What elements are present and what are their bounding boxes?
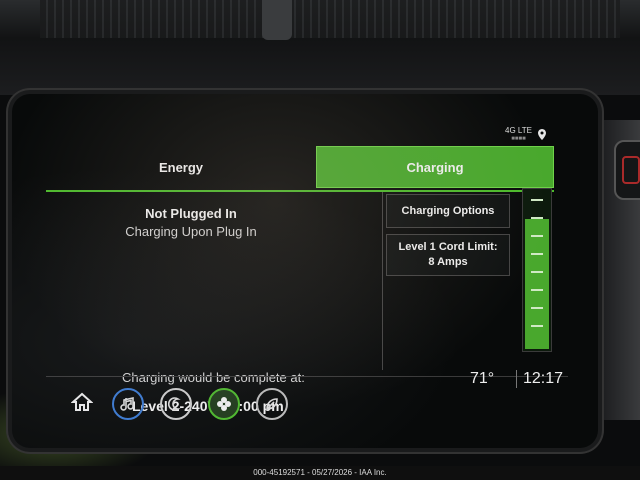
charging-options-button[interactable]: Charging Options [386,194,510,228]
phone-icon [168,397,181,411]
gauge-tick [531,307,543,309]
gauge-tick [531,253,543,255]
hazard-button[interactable] [614,140,640,200]
gauge-tick [531,289,543,291]
gauge-tick [531,217,543,219]
tab-charging-label: Charging [406,159,464,175]
tab-energy[interactable]: Energy [46,146,316,188]
home-icon [71,392,93,411]
cord-limit-label: Level 1 Cord Limit: [398,241,498,253]
clock: 12:17 [516,370,563,388]
plug-status-title: Not Plugged In [145,206,237,221]
tab-bar: Energy Charging [46,146,554,192]
home-button[interactable] [68,388,96,416]
gauge-tick [531,235,543,237]
leaf-icon [266,398,278,410]
signal-bars: ■■■■ [511,136,526,142]
tab-charging[interactable]: Charging [316,146,554,188]
energy-button[interactable] [256,388,288,420]
charge-level-gauge[interactable] [522,188,552,352]
infotainment-screen: 4G LTE ■■■■ Energy Charging Not Plugged … [12,94,598,448]
plug-status-subtitle: Charging Upon Plug In [125,224,257,239]
dashboard-bezel-top [0,0,640,95]
photo-caption: 000-45192571 - 05/27/2026 - IAA Inc. [0,466,640,480]
audio-button[interactable] [112,388,144,420]
cord-limit-button[interactable]: Level 1 Cord Limit: 8 Amps [386,234,510,276]
gauge-tick [531,199,543,201]
vent-knob [262,0,292,40]
location-pin-icon [538,128,546,142]
phone-button[interactable] [160,388,192,420]
bottom-nav [68,388,288,420]
cord-limit-value: 8 Amps [428,256,468,268]
air-vent [40,0,620,38]
complete-at-label: Charging would be complete at: [122,370,305,385]
charge-status-panel: Not Plugged In Charging Upon Plug In Cha… [46,192,382,414]
apps-icon [217,397,231,411]
charging-options-label: Charging Options [401,204,495,217]
outside-temperature: 71° [470,370,495,387]
gauge-tick [531,271,543,273]
gauge-tick [531,325,543,327]
tab-energy-label: Energy [158,159,204,175]
panel-divider [382,192,383,370]
status-bar: 4G LTE ■■■■ [505,126,546,144]
apps-button[interactable] [208,388,240,420]
gauge-fill [525,219,549,349]
network-label: 4G LTE [505,126,532,135]
music-note-icon [120,397,134,411]
